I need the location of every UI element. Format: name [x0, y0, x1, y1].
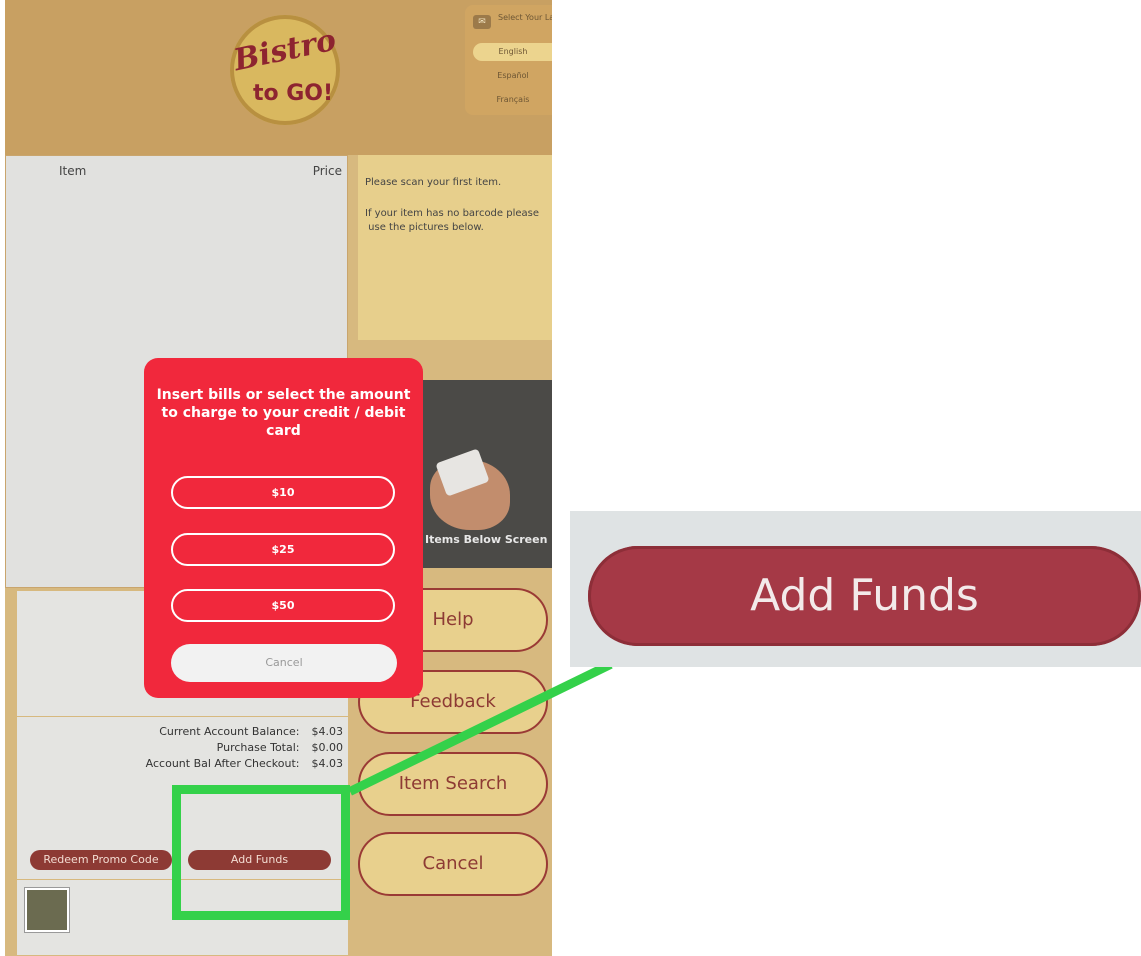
highlight-box [172, 785, 350, 920]
bistro-logo: Bistro to GO! [230, 15, 340, 125]
balance-after-value: $4.03 [311, 757, 344, 770]
zoom-callout: Add Funds [570, 511, 1141, 667]
instructions-panel: Please scan your first item. If your ite… [358, 155, 552, 340]
balance-after-label: Account Bal After Checkout: [145, 757, 300, 770]
scan-message: Please scan your first item. [365, 177, 502, 188]
no-barcode-message: If your item has no barcode please use t… [365, 208, 540, 233]
modal-cancel-button[interactable]: Cancel [171, 644, 397, 682]
items-below-photo[interactable]: Items Below Screen [420, 380, 552, 568]
logo-line1: Bistro [230, 22, 340, 79]
amount-10-button[interactable]: $10 [171, 476, 395, 509]
item-thumbnail[interactable] [25, 888, 69, 932]
cancel-side-button[interactable]: Cancel [358, 832, 548, 896]
current-balance-value: $4.03 [311, 725, 344, 738]
logo-line2: to GO! [252, 81, 334, 106]
language-option-french[interactable]: Français [473, 91, 552, 109]
balance-after-row: Account Bal After Checkout: $4.03 [146, 757, 343, 770]
language-selector: ✉ Select Your Language English Español F… [465, 5, 552, 115]
add-funds-modal: Insert bills or select the amount to cha… [144, 358, 423, 698]
purchase-total-label: Purchase Total: [216, 741, 300, 754]
zoomed-add-funds-label: Add Funds [750, 570, 979, 621]
price-column-header: Price [312, 164, 342, 178]
photo-caption: Items Below Screen [425, 533, 548, 546]
purchase-total-row: Purchase Total: $0.00 [217, 741, 343, 754]
item-column-header: Item [59, 164, 87, 178]
header: Bistro to GO! ✉ Select Your Language Eng… [5, 0, 552, 155]
zoomed-add-funds-button: Add Funds [588, 546, 1141, 646]
amount-25-button[interactable]: $25 [171, 533, 395, 566]
redeem-promo-button[interactable]: Redeem Promo Code [30, 850, 172, 870]
current-balance-row: Current Account Balance: $4.03 [159, 725, 343, 738]
current-balance-label: Current Account Balance: [159, 725, 300, 738]
purchase-total-value: $0.00 [311, 741, 344, 754]
amount-50-button[interactable]: $50 [171, 589, 395, 622]
language-title: Select Your Language [498, 13, 552, 22]
modal-title: Insert bills or select the amount to cha… [156, 387, 411, 439]
item-search-button[interactable]: Item Search [358, 752, 548, 816]
language-option-english[interactable]: English [473, 43, 552, 61]
chat-bubble-icon: ✉ [473, 15, 491, 29]
language-option-spanish[interactable]: Español [473, 67, 552, 85]
